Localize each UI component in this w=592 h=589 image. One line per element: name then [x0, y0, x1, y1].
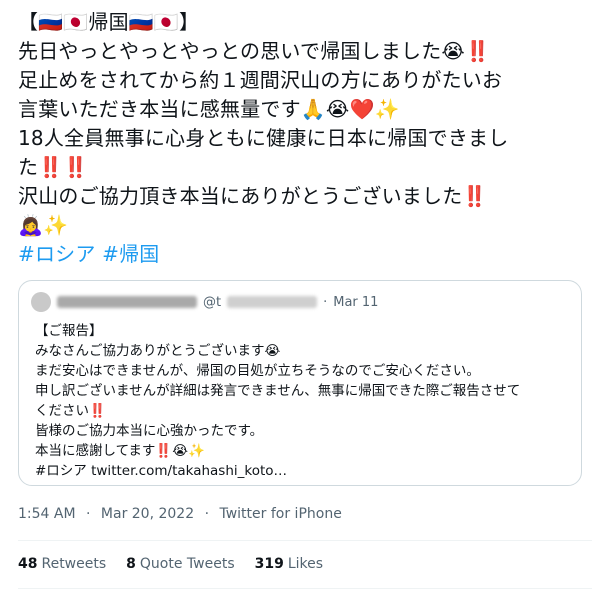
- quoted-author-handle: @t: [203, 294, 222, 310]
- tweet-source[interactable]: Twitter for iPhone: [219, 506, 341, 522]
- quoted-tweet-header: @t · Mar 11: [31, 291, 378, 313]
- tweet-line: 沢山のご協力頂き本当にありがとうございました‼️: [18, 184, 488, 208]
- tweet-time[interactable]: 1:54 AM: [18, 506, 76, 522]
- quoted-tweet-date[interactable]: Mar 11: [333, 295, 378, 310]
- quoted-line: ください‼️: [35, 403, 106, 419]
- dot-separator: ·: [204, 506, 210, 522]
- hashtag-return-link[interactable]: #帰国: [102, 242, 159, 266]
- tweet-text: 【🇷🇺🇯🇵帰国🇷🇺🇯🇵】 先日やっとやっとやっとの思いで帰国しました😭‼️ 足止…: [18, 8, 584, 269]
- retweets-count: 48: [18, 556, 38, 572]
- retweets-label: Retweets: [41, 556, 107, 572]
- quoted-author-avatar[interactable]: [31, 292, 51, 312]
- hashtag-russia-link[interactable]: #ロシア: [18, 242, 96, 266]
- tweet-line: た‼️‼️: [18, 155, 89, 179]
- tweet-line: 言葉いただき本当に感無量です🙏😭❤️✨: [18, 97, 400, 121]
- likes-stat[interactable]: 319 Likes: [255, 556, 323, 572]
- quote-tweets-stat[interactable]: 8 Quote Tweets: [126, 556, 234, 572]
- quote-tweets-count: 8: [126, 556, 136, 572]
- likes-label: Likes: [287, 556, 324, 572]
- tweet-line: 先日やっとやっとやっとの思いで帰国しました😭‼️: [18, 39, 491, 63]
- quoted-tweet-card[interactable]: @t · Mar 11 【ご報告】 みなさんご協力ありがとうございます😭 まだ安…: [18, 280, 582, 486]
- dot-separator: ·: [86, 506, 91, 522]
- tweet-meta: 1:54 AM · Mar 20, 2022 · Twitter for iPh…: [18, 506, 342, 522]
- tweet-date[interactable]: Mar 20, 2022: [101, 506, 194, 522]
- divider: [18, 540, 592, 541]
- tweet-stats: 48 Retweets 8 Quote Tweets 319 Likes: [18, 556, 343, 572]
- tweet-line: 足止めをされてから約１週間沢山の方にありがたいお: [18, 68, 503, 92]
- tweet-line: 【🇷🇺🇯🇵帰国🇷🇺🇯🇵】: [18, 10, 200, 34]
- quoted-line: #ロシア twitter.com/takahashi_koto…: [35, 463, 288, 479]
- quoted-author-handle-blurred: [227, 296, 318, 308]
- quoted-line: まだ安心はできませんが、帰国の目処が立ちそうなのでご安心ください。: [35, 363, 480, 379]
- tweet-line: 18人全員無事に心身ともに健康に日本に帰国できまし: [18, 126, 509, 150]
- quoted-line: 本当に感謝してます‼️😭✨: [35, 443, 205, 459]
- retweets-stat[interactable]: 48 Retweets: [18, 556, 106, 572]
- tweet-line: 🙇‍♀️✨: [18, 213, 69, 237]
- quoted-line: 申し訳ございませんが詳細は発言できません、無事に帰国できた際ご報告させて: [35, 383, 521, 399]
- quoted-author-name-blurred: [57, 296, 197, 308]
- quote-tweets-label: Quote Tweets: [139, 556, 235, 572]
- quoted-line: 皆様のご協力本当に心強かったです。: [35, 423, 264, 439]
- hashtags: #ロシア #帰国: [18, 240, 584, 269]
- quoted-line: 【ご報告】: [35, 323, 103, 339]
- quoted-line: みなさんご協力ありがとうございます😭: [35, 343, 281, 359]
- quoted-tweet-text: 【ご報告】 みなさんご協力ありがとうございます😭 まだ安心はできませんが、帰国の…: [35, 321, 575, 481]
- likes-count: 319: [254, 556, 284, 572]
- dot-separator: ·: [323, 294, 328, 310]
